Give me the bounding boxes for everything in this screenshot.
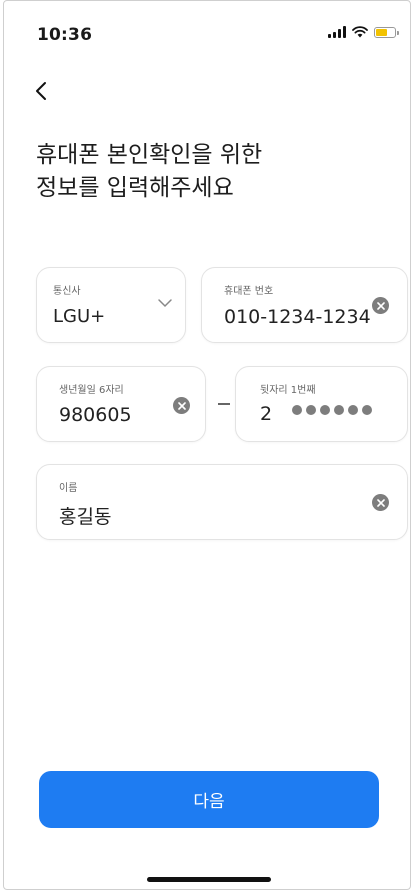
- separator-dash: [218, 403, 230, 405]
- rrn-digit-value: 2: [260, 403, 273, 425]
- signal-icon: [328, 26, 346, 38]
- name-value: 홍길동: [59, 506, 112, 528]
- page-title: 휴대폰 본인확인을 위한 정보를 입력해주세요: [36, 139, 262, 205]
- birthdate-value: 980605: [59, 404, 132, 426]
- home-indicator: [147, 877, 271, 882]
- chevron-down-icon: [158, 299, 172, 308]
- clear-birthdate-icon[interactable]: [173, 397, 190, 414]
- clear-name-icon[interactable]: [372, 494, 389, 511]
- birthdate-field[interactable]: 생년월일 6자리 980605: [36, 366, 206, 442]
- page-title-line1: 휴대폰 본인확인을 위한: [36, 142, 263, 168]
- next-button[interactable]: 다음: [39, 771, 379, 828]
- rrn-digit-field[interactable]: 뒷자리 1번째 2: [235, 366, 408, 442]
- name-label: 이름: [59, 483, 78, 494]
- back-icon[interactable]: [30, 79, 54, 103]
- carrier-value: LGU+: [53, 306, 106, 327]
- page-title-line2: 정보를 입력해주세요: [36, 175, 234, 201]
- phone-screen: 10:36 휴대폰 본인확인을 위한 정보를 입력해주세요 통신사 LGU+ 휴…: [3, 0, 411, 890]
- masked-digits: [292, 405, 372, 415]
- carrier-label: 통신사: [53, 286, 81, 297]
- rrn-digit-label: 뒷자리 1번째: [260, 385, 316, 396]
- status-icons: [328, 26, 399, 38]
- phone-number-label: 휴대폰 번호: [224, 286, 274, 297]
- birthdate-label: 생년월일 6자리: [59, 385, 124, 396]
- carrier-select[interactable]: 통신사 LGU+: [36, 267, 186, 343]
- name-field[interactable]: 이름 홍길동: [36, 464, 408, 540]
- status-time: 10:36: [37, 25, 93, 45]
- wifi-icon: [352, 26, 368, 38]
- phone-number-value: 010-1234-1234: [224, 306, 371, 328]
- status-bar: 10:36: [4, 1, 410, 61]
- clear-phone-icon[interactable]: [372, 297, 389, 314]
- battery-icon: [374, 26, 399, 38]
- phone-number-field[interactable]: 휴대폰 번호 010-1234-1234: [201, 267, 408, 343]
